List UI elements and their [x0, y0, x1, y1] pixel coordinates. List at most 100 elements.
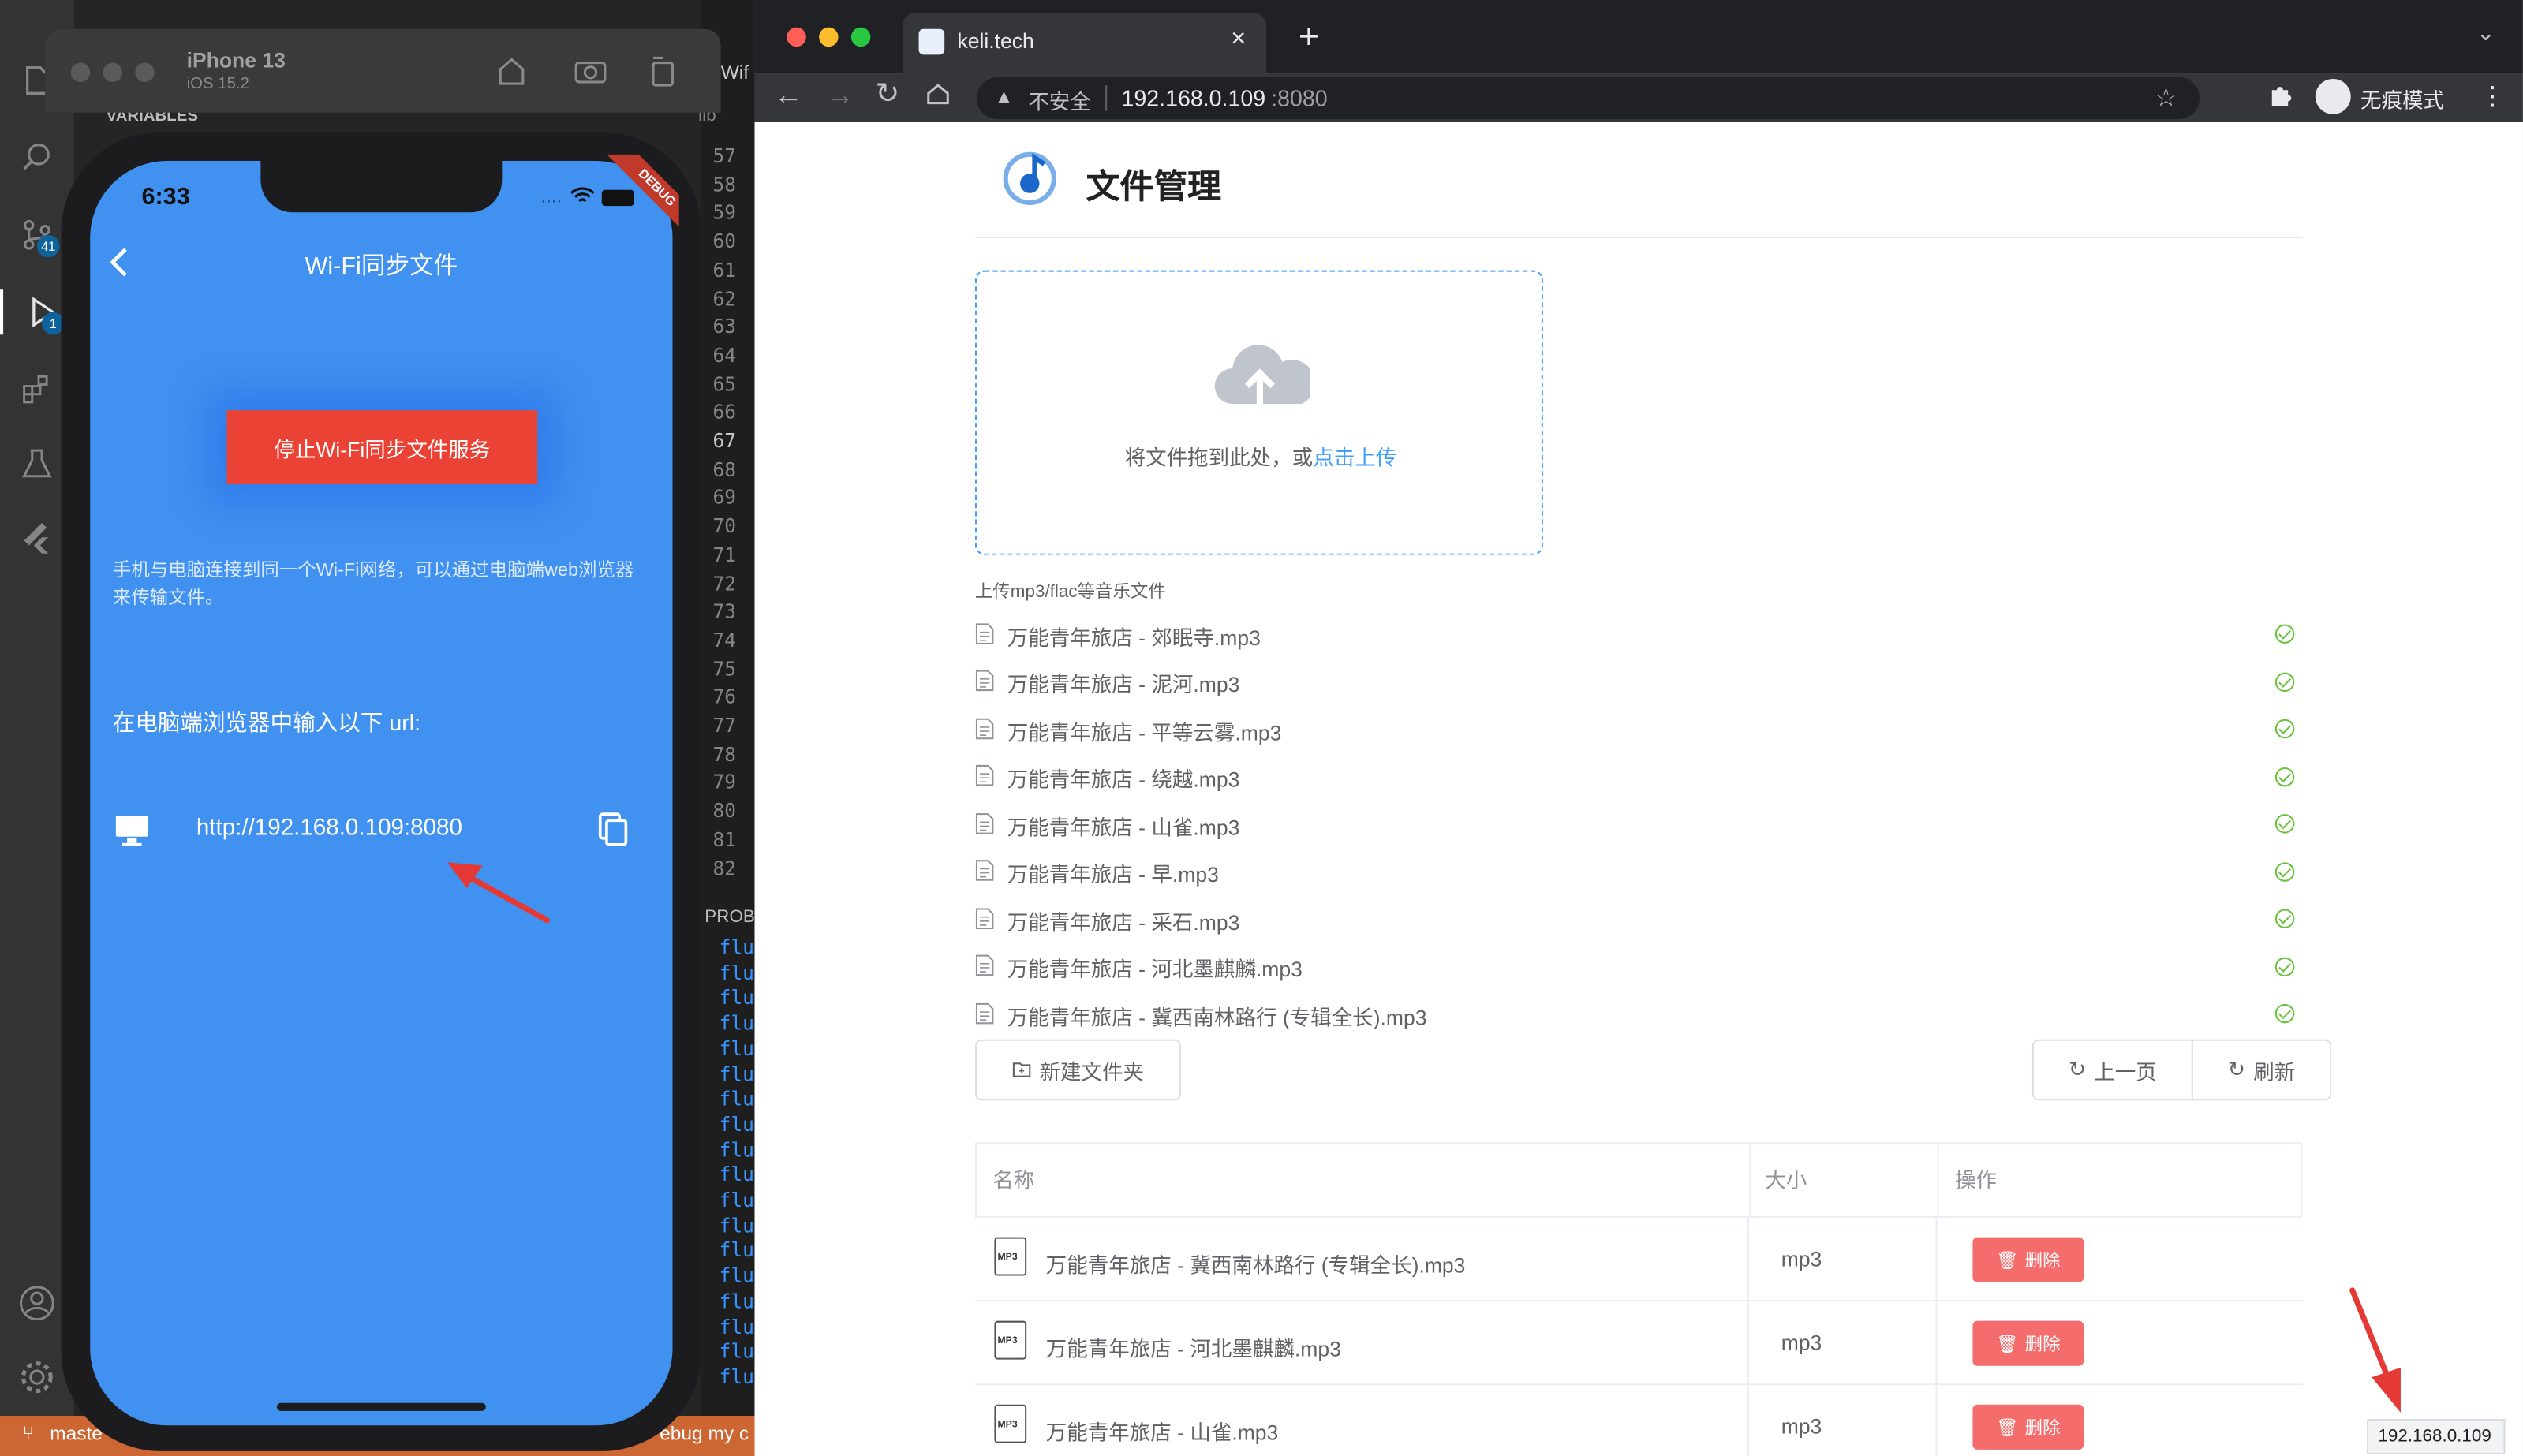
upload-tip: 上传mp3/flac等音乐文件 — [974, 582, 1166, 602]
upload-success-icon — [2274, 956, 2295, 976]
incognito-icon[interactable] — [2315, 78, 2351, 114]
row-file-name[interactable]: 万能青年旅店 - 冀西南林路行 (专辑全长).mp3 — [1046, 1249, 1466, 1279]
flutter-icon[interactable] — [14, 515, 59, 560]
home-icon[interactable] — [495, 54, 528, 95]
window-zoom-button[interactable] — [135, 62, 155, 83]
delete-button[interactable]: 🗑 删除 — [1972, 1237, 2084, 1282]
delete-button[interactable]: 🗑 删除 — [1972, 1320, 2084, 1366]
uploaded-file-item[interactable]: 万能青年旅店 - 山雀.mp3 — [975, 808, 2295, 843]
upload-dropzone[interactable]: 将文件拖到此处，或点击上传 — [974, 270, 1543, 555]
browser-close-button[interactable] — [787, 27, 806, 47]
refresh-button[interactable]: ↻ 刷新 — [2191, 1039, 2332, 1101]
page-title: 文件管理 — [1086, 169, 1221, 207]
debug-console-line: flu — [719, 1189, 754, 1211]
uploaded-file-item[interactable]: 万能青年旅店 - 泥河.mp3 — [975, 665, 2295, 700]
col-divider — [1748, 1144, 1751, 1219]
new-folder-button[interactable]: 新建文件夹 — [974, 1039, 1181, 1101]
cellular-icon: ···· — [540, 192, 563, 211]
new-folder-label: 新建文件夹 — [1039, 1059, 1145, 1084]
line-number: 59 — [712, 201, 736, 225]
bookmark-star-icon[interactable]: ☆ — [2155, 82, 2177, 114]
window-close-button[interactable] — [70, 62, 91, 83]
warning-triangle-icon[interactable]: ▲ — [994, 85, 1013, 108]
uploaded-file-name: 万能青年旅店 - 郊眠寺.mp3 — [1007, 625, 1261, 650]
logo-icon — [1000, 148, 1061, 218]
forward-arrow-icon[interactable]: → — [825, 79, 854, 113]
copy-icon[interactable] — [596, 811, 631, 857]
line-number: 70 — [712, 514, 736, 538]
editor-tab-partial[interactable]: Wif — [721, 62, 749, 84]
debug-console-line: flu — [719, 1340, 754, 1364]
table-row: 万能青年旅店 - 山雀.mp3 mp3 🗑删除 — [975, 1385, 2303, 1456]
uploaded-file-item[interactable]: 万能青年旅店 - 平等云雾.mp3 — [975, 713, 2295, 749]
table-row: 万能青年旅店 - 河北墨麒麟.mp3 mp3 🗑 删除 — [974, 1301, 2303, 1386]
click-upload-link[interactable]: 点击上传 — [1313, 446, 1396, 470]
reload-icon[interactable]: ↻ — [875, 77, 899, 111]
search-icon[interactable] — [14, 135, 59, 180]
uploaded-file-item[interactable]: 万能青年旅店 - 绕越.mp3 — [975, 760, 2295, 796]
col-divider — [1747, 1301, 1749, 1386]
window-minimize-button[interactable] — [103, 62, 123, 83]
tab-keli-tech[interactable]: keli.tech × — [903, 13, 1267, 74]
stop-wifi-sync-button[interactable]: 停止Wi-Fi同步文件服务 — [226, 410, 538, 484]
line-number: 69 — [712, 486, 736, 510]
settings-gear-icon[interactable] — [14, 1355, 59, 1400]
extensions-icon[interactable] — [14, 367, 59, 412]
cloud-upload-icon — [1210, 336, 1315, 421]
debug-console-line: flu — [719, 987, 754, 1010]
document-icon — [975, 717, 994, 745]
insecure-label[interactable]: 不安全 — [1028, 85, 1091, 116]
line-number: 65 — [712, 372, 736, 395]
tab-search-chevron-icon[interactable]: ⌄ — [2476, 19, 2495, 47]
extensions-puzzle-icon[interactable] — [2267, 82, 2293, 116]
browser-minimize-button[interactable] — [819, 27, 839, 47]
line-number: 81 — [712, 828, 736, 851]
uploaded-file-item[interactable]: 万能青年旅店 - 郊眠寺.mp3 — [975, 618, 2295, 653]
line-number: 79 — [712, 771, 736, 794]
col-action-header[interactable]: 操作 — [1955, 1144, 1997, 1218]
run-debug-icon[interactable]: 1 — [0, 289, 65, 335]
address-bar[interactable]: ▲ 不安全 192.168.0.109 :8080 ☆ — [976, 77, 2200, 119]
delete-button[interactable]: 🗑 删除 — [1972, 1404, 2084, 1450]
uploaded-file-name: 万能青年旅店 - 泥河.mp3 — [1007, 672, 1240, 697]
prev-page-label: 上一页 — [2094, 1059, 2157, 1084]
home-button-icon[interactable] — [925, 80, 951, 114]
screenshot-camera-icon[interactable] — [573, 54, 608, 95]
col-name-header[interactable]: 名称 — [992, 1144, 1034, 1218]
simulator-toolbar: iPhone 13 iOS 15.2 — [45, 28, 721, 113]
row-file-size: mp3 — [1781, 1413, 1822, 1439]
source-control-icon[interactable]: 41 — [14, 212, 60, 258]
debug-console-line: flu — [719, 936, 754, 959]
row-file-name[interactable]: 万能青年旅店 - 山雀.mp3 — [1046, 1416, 1279, 1447]
trash-icon: 🗑 — [1996, 1418, 2019, 1438]
col-size-header[interactable]: 大小 — [1765, 1144, 1807, 1218]
debug-console-line: flu — [719, 961, 754, 984]
uploaded-file-item[interactable]: 万能青年旅店 - 早.mp3 — [975, 855, 2295, 890]
browser-zoom-button[interactable] — [850, 27, 871, 47]
line-number: 76 — [712, 685, 736, 709]
line-number: 66 — [712, 401, 736, 424]
rotate-icon[interactable] — [647, 53, 679, 96]
uploaded-file-name: 万能青年旅店 - 冀西南林路行 (专辑全长).mp3 — [1007, 1004, 1427, 1029]
uploaded-file-item[interactable]: 万能青年旅店 - 冀西南林路行 (专辑全长).mp3 — [975, 998, 2295, 1033]
debug-console-line: flu — [719, 1315, 754, 1338]
line-number: 73 — [712, 600, 736, 623]
new-tab-button[interactable]: + — [1299, 16, 1319, 58]
menu-dots-icon[interactable]: ⋮ — [2480, 80, 2506, 113]
refresh-label: 刷新 — [2253, 1059, 2296, 1084]
tab-title: keli.tech — [957, 28, 1034, 54]
uploaded-file-item[interactable]: 万能青年旅店 - 河北墨麒麟.mp3 — [975, 950, 2295, 986]
uploaded-file-item[interactable]: 万能青年旅店 - 采石.mp3 — [975, 902, 2295, 938]
prev-page-button[interactable]: ↻ 上一页 — [2031, 1039, 2193, 1101]
tab-close-icon[interactable]: × — [1231, 26, 1246, 55]
status-debug[interactable]: ebug my c — [660, 1422, 749, 1445]
row-file-name[interactable]: 万能青年旅店 - 河北墨麒麟.mp3 — [1046, 1332, 1341, 1363]
problems-panel-label[interactable]: PROB — [705, 907, 755, 926]
testing-flask-icon[interactable] — [14, 441, 59, 486]
back-arrow-icon[interactable]: ← — [774, 79, 803, 113]
status-time: 6:33 — [141, 183, 190, 211]
incognito-label[interactable]: 无痕模式 — [2360, 84, 2444, 114]
table-row: 万能青年旅店 - 冀西南林路行 (专辑全长).mp3 mp3 🗑删除 — [974, 1218, 2303, 1302]
debug-console-line: flu — [719, 1062, 754, 1085]
account-icon[interactable] — [14, 1281, 59, 1326]
